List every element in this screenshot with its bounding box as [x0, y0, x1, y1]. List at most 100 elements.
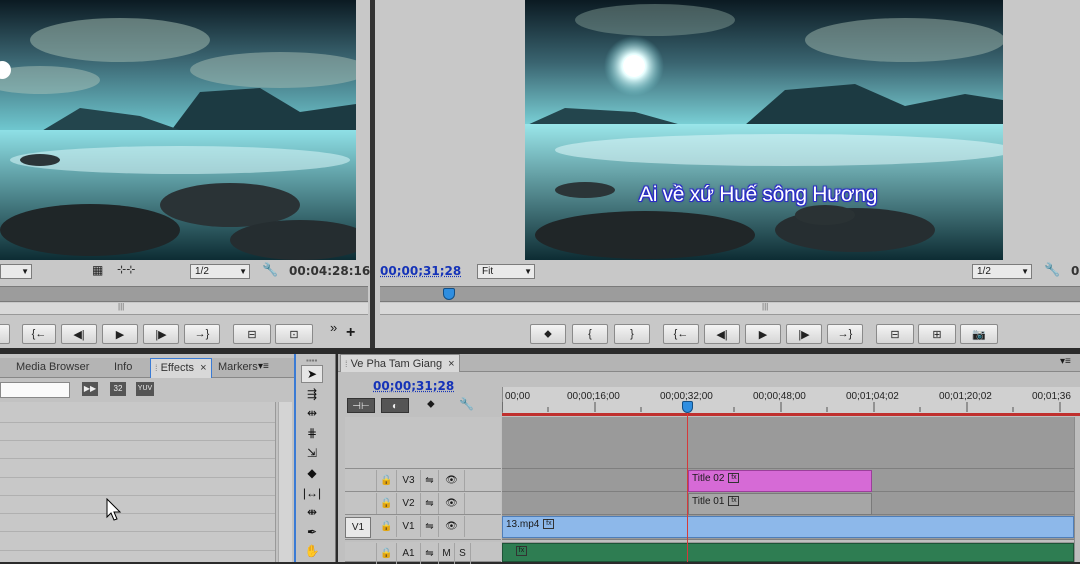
program-step-back-button[interactable]: ◀| [704, 324, 740, 344]
rolling-edit-tool-icon[interactable]: ⋕ [301, 424, 323, 442]
source-overwrite-button[interactable]: ⊡ [275, 324, 313, 344]
close-icon[interactable]: × [200, 362, 206, 374]
source-zoom-select[interactable]: 1/2 ▼ [190, 264, 250, 279]
sync-lock-icon[interactable]: ⇋ [421, 543, 439, 564]
yuv-icon[interactable]: YUV [136, 382, 154, 396]
timeline-vertical-scrollbar[interactable] [1074, 417, 1080, 562]
timeline-timecode[interactable]: 00;00;31;28 [373, 379, 454, 393]
sync-lock-icon[interactable]: ⇋ [421, 470, 439, 491]
snap-button[interactable]: ⊣⊢ [347, 398, 375, 413]
lift-icon: ⊟ [890, 328, 900, 341]
program-step-forward-button[interactable]: |▶ [786, 324, 822, 344]
tab-effects[interactable]: ⁞ Effects × [150, 358, 212, 378]
source-patch-empty[interactable] [345, 493, 377, 514]
source-patch-empty[interactable] [345, 470, 377, 491]
program-fit-select[interactable]: Fit ▼ [477, 264, 535, 279]
wrench-icon[interactable]: 🔧 [262, 262, 278, 278]
effects-scrollbar[interactable] [278, 402, 292, 562]
timeline-playhead-handle[interactable] [682, 401, 693, 413]
tab-info[interactable]: Info [108, 358, 138, 376]
add-marker-icon[interactable]: ⬥ [427, 398, 435, 411]
program-timecode[interactable]: 00;00;31;28 [380, 264, 461, 278]
solo-button[interactable]: S [455, 543, 471, 564]
list-divider [0, 495, 275, 496]
timeline-playhead-line[interactable] [687, 402, 688, 562]
clip-13-mp4[interactable]: 13.mp4 fx [502, 516, 1074, 538]
wrench-icon[interactable]: 🔧 [1044, 262, 1060, 278]
effects-search-input[interactable] [0, 382, 70, 398]
program-goto-out-button[interactable]: →} [827, 324, 863, 344]
slide-tool-icon[interactable]: ⇼ [301, 503, 323, 521]
razor-tool-icon[interactable]: ◆ [301, 464, 323, 482]
panel-menu-icon[interactable]: ▾≡ [258, 361, 269, 372]
step-forward-icon: |▶ [798, 328, 810, 341]
ripple-edit-tool-icon[interactable]: ⇹ [301, 404, 323, 422]
panel-grip-icon: ⁞ [345, 359, 348, 369]
source-patch-v1[interactable]: V1 [345, 517, 371, 538]
eye-icon[interactable]: 👁 [439, 516, 465, 537]
source-patch-empty[interactable] [345, 543, 377, 564]
program-lift-button[interactable]: ⊟ [876, 324, 914, 344]
eye-icon[interactable]: 👁 [439, 470, 465, 491]
panel-menu-icon[interactable]: ▾≡ [1060, 356, 1071, 367]
rate-stretch-tool-icon[interactable]: ⇲ [301, 444, 323, 462]
wrench-icon[interactable]: 🔧 [459, 397, 474, 411]
accelerated-effects-icon[interactable]: ▶▶ [82, 382, 98, 396]
eye-icon[interactable]: 👁 [439, 493, 465, 514]
lock-icon[interactable]: 🔒 [377, 543, 397, 564]
lock-icon[interactable]: 🔒 [377, 516, 397, 537]
program-mark-out-button[interactable]: } [614, 324, 650, 344]
source-goto-out-button[interactable]: →} [184, 324, 220, 344]
camera-icon: 📷 [972, 328, 986, 341]
source-play-button[interactable]: ▶ [102, 324, 138, 344]
source-zoom-left-select[interactable]: ▼ [0, 264, 32, 279]
list-divider [0, 477, 275, 478]
program-export-frame-button[interactable]: 📷 [960, 324, 998, 344]
tab-media-browser[interactable]: Media Browser [10, 358, 95, 376]
linked-selection-button[interactable]: ◐ [381, 398, 409, 413]
program-zoom-scrollbar[interactable]: ||| [380, 302, 1080, 315]
tab-sequence[interactable]: ⁞ Ve Pha Tam Giang × [340, 354, 460, 372]
sync-lock-icon[interactable]: ⇋ [421, 516, 439, 537]
lock-icon[interactable]: 🔒 [377, 470, 397, 491]
source-step-forward-button[interactable]: |▶ [143, 324, 179, 344]
slip-tool-icon[interactable]: |↔| [301, 484, 323, 502]
hand-tool-icon[interactable]: ✋ [301, 542, 323, 560]
mute-button[interactable]: M [439, 543, 455, 564]
source-step-back-button[interactable]: ◀| [61, 324, 97, 344]
bit-32-icon[interactable]: 32 [110, 382, 126, 396]
work-area-bar[interactable] [502, 413, 1080, 416]
more-controls-icon[interactable]: » [330, 320, 337, 335]
lock-icon[interactable]: 🔒 [377, 493, 397, 514]
program-goto-in-button[interactable]: {← [663, 324, 699, 344]
clip-title-02[interactable]: Title 02 fx [688, 470, 872, 492]
chevron-down-icon: ▼ [239, 267, 247, 276]
chevron-down-icon: ▼ [21, 267, 29, 276]
program-mark-in-button[interactable]: { [572, 324, 608, 344]
track-select-tool-icon[interactable]: ⇶ [301, 385, 323, 403]
ruler-ticks [502, 402, 1061, 412]
source-zoom-scrollbar[interactable]: ||| [0, 302, 368, 315]
program-zoom-select[interactable]: 1/2 ▼ [972, 264, 1032, 279]
clip-title-01[interactable]: Title 01 fx [688, 493, 872, 515]
tab-markers[interactable]: Markers [212, 358, 264, 376]
program-extract-button[interactable]: ⊞ [918, 324, 956, 344]
program-add-marker-button[interactable]: ⬥ [530, 324, 566, 344]
close-icon[interactable]: × [448, 358, 454, 370]
add-button-icon[interactable]: + [346, 324, 355, 342]
settings-dots-icon[interactable]: ⊹⊹ [117, 263, 135, 276]
source-goto-in-button[interactable]: {← [22, 324, 56, 344]
overwrite-icon: ⊡ [289, 328, 299, 341]
sync-lock-icon[interactable]: ⇋ [421, 493, 439, 514]
source-scrub-bar[interactable] [0, 286, 368, 302]
source-button-partial[interactable] [0, 324, 10, 344]
film-strip-icon[interactable]: ▦ [92, 263, 103, 277]
source-insert-button[interactable]: ⊟ [233, 324, 271, 344]
program-play-button[interactable]: ▶ [745, 324, 781, 344]
program-playhead-marker[interactable] [443, 288, 455, 300]
pen-tool-icon[interactable]: ✒ [301, 523, 323, 541]
program-scrub-bar[interactable] [380, 286, 1080, 302]
track-name-v1[interactable]: V1 [397, 516, 421, 537]
selection-tool-icon[interactable]: ➤ [301, 365, 323, 383]
clip-audio-a1[interactable]: fx [502, 543, 1074, 562]
